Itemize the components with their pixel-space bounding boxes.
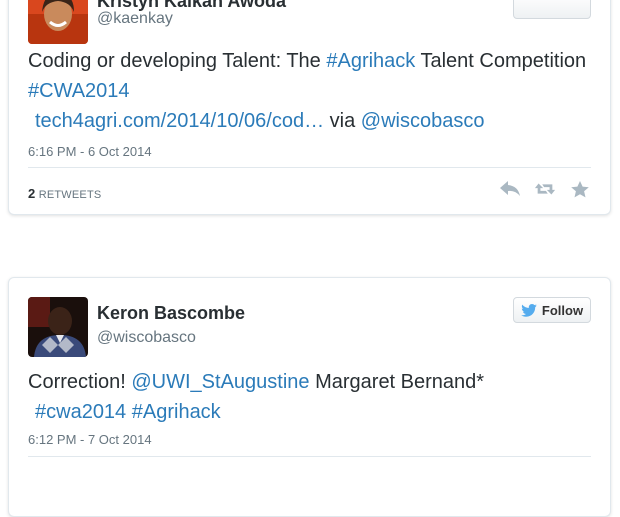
mention-link[interactable]: @wiscobasco: [361, 110, 485, 132]
avatar[interactable]: [28, 0, 88, 44]
divider: [28, 456, 591, 457]
tweet-text: Correction! @UWI_StAugustine Margaret Be…: [28, 367, 598, 427]
twitter-bird-icon: [521, 303, 537, 317]
url-link[interactable]: tech4agri.com/2014/10/06/cod…: [35, 110, 324, 132]
timestamp[interactable]: 6:16 PM - 6 Oct 2014: [28, 144, 152, 159]
tweet-text: Coding or developing Talent: The #Agriha…: [28, 46, 598, 136]
follow-label: Follow: [541, 302, 584, 318]
tweet-actions: [499, 179, 591, 199]
retweet-stats[interactable]: 2 RETWEETS: [28, 186, 101, 201]
retweet-count: 2: [28, 186, 36, 201]
url-line: tech4agri.com/2014/10/06/cod… via @wisco…: [28, 106, 598, 136]
handle[interactable]: @wiscobasco: [97, 329, 196, 347]
tweet-text-segment: Correction!: [28, 371, 132, 393]
tweet-text-segment: Margaret Bernand*: [309, 371, 485, 393]
hashtag-link[interactable]: #CWA2014: [28, 80, 130, 102]
hashtag-line: #cwa2014 #Agrihack: [28, 397, 598, 427]
timestamp[interactable]: 6:12 PM - 7 Oct 2014: [28, 432, 152, 447]
display-name[interactable]: Keron Bascombe: [97, 303, 245, 324]
hashtag-link[interactable]: #Agrihack: [132, 401, 221, 423]
retweet-icon[interactable]: [534, 179, 556, 199]
avatar-image: [28, 0, 88, 44]
tweet-text-segment: Coding or developing Talent: The: [28, 50, 327, 72]
handle[interactable]: @kaenkay: [97, 10, 173, 28]
hashtag-link[interactable]: #cwa2014: [35, 401, 126, 423]
tweet-card: Kristyn Kalkah Awoda @kaenkay Coding or …: [8, 0, 611, 215]
follow-button[interactable]: Follow: [513, 297, 591, 323]
tweet-card: Keron Bascombe @wiscobasco Follow Correc…: [8, 277, 611, 517]
divider: [28, 167, 591, 168]
avatar[interactable]: [28, 297, 88, 357]
hashtag-link[interactable]: #Agrihack: [326, 50, 415, 72]
follow-button[interactable]: [513, 0, 591, 19]
tweet-text-segment: via: [324, 110, 361, 132]
reply-icon[interactable]: [499, 179, 521, 199]
mention-link[interactable]: @UWI_StAugustine: [131, 371, 309, 393]
tweet-text-segment: Talent Competition: [415, 50, 587, 72]
retweet-label: RETWEETS: [38, 189, 102, 201]
avatar-image: [28, 297, 88, 357]
favorite-icon[interactable]: [569, 179, 591, 199]
